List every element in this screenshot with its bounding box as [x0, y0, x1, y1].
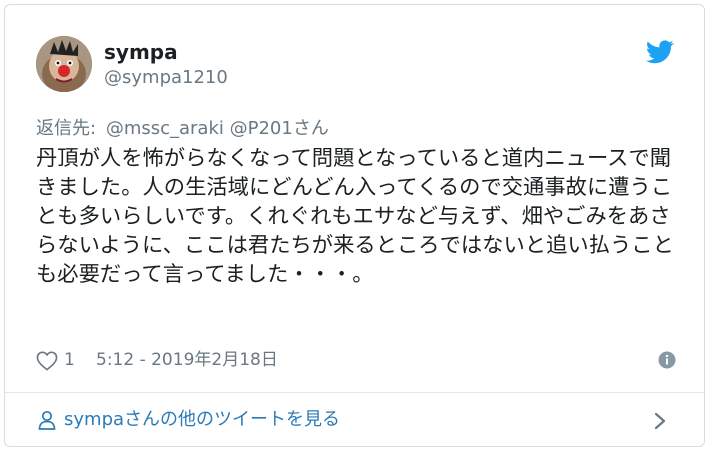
tweet-text: 丹頂が人を怖がらなくなって問題となっていると道内ニュースで聞きました。人の生活域… — [36, 146, 674, 287]
tweet-header: sympa @sympa1210 — [36, 36, 676, 98]
user-handle[interactable]: @sympa1210 — [104, 65, 228, 91]
more-tweets-footer[interactable]: sympaさんの他のツイートを見る — [5, 393, 704, 446]
reply-mention[interactable]: @mssc_araki — [106, 118, 224, 139]
clown-avatar-image — [36, 36, 92, 92]
display-name[interactable]: sympa — [104, 39, 228, 65]
twitter-bird-icon[interactable] — [646, 40, 674, 64]
like-button[interactable]: 1 — [36, 347, 75, 373]
info-icon[interactable] — [658, 351, 676, 369]
tweet-meta: 1 5:12 - 2019年2月18日 — [36, 347, 676, 373]
reply-mention[interactable]: @P201さん — [230, 118, 329, 139]
more-tweets-label[interactable]: sympaさんの他のツイートを見る — [64, 408, 340, 432]
chevron-right-icon[interactable] — [654, 412, 666, 430]
heart-icon[interactable] — [36, 351, 58, 371]
avatar[interactable] — [36, 36, 92, 92]
like-count: 1 — [64, 350, 75, 370]
reply-to: 返信先: @mssc_araki @P201さん — [36, 117, 329, 141]
person-icon — [38, 410, 56, 430]
more-tweets-link[interactable]: sympaさんの他のツイートを見る — [38, 408, 340, 432]
user-names[interactable]: sympa @sympa1210 — [104, 39, 228, 91]
embedded-tweet-card: sympa @sympa1210 返信先: @mssc_araki @P201さ… — [4, 4, 705, 447]
reply-to-label: 返信先: — [36, 118, 97, 139]
tweet-timestamp[interactable]: 5:12 - 2019年2月18日 — [96, 347, 278, 373]
